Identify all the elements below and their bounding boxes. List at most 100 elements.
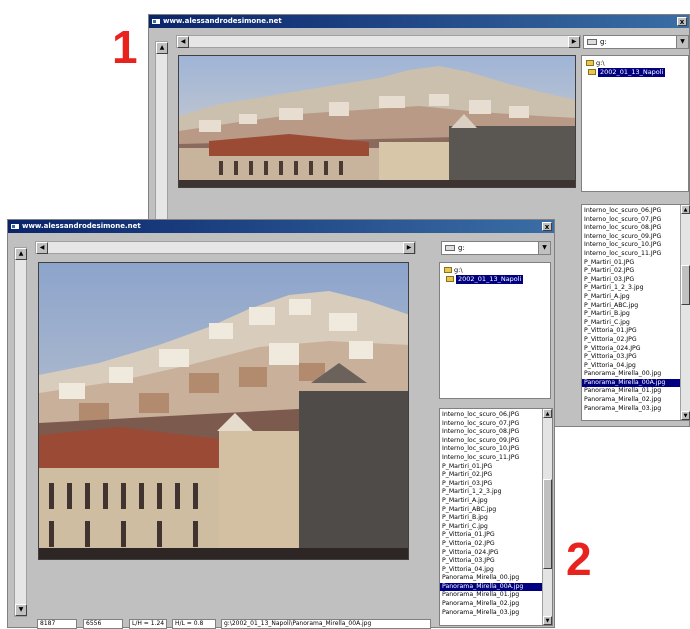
scroll-up-button[interactable]: ▲ [543, 409, 552, 418]
file-list-item[interactable]: Panorama_Mirella_01.jpg [582, 387, 690, 396]
close-button[interactable]: x [542, 222, 552, 231]
file-list-scrollbar[interactable]: ▲ ▼ [680, 205, 690, 420]
file-list-item[interactable]: P_Martiri_C.jpg [582, 319, 690, 328]
file-list-item[interactable]: P_Martiri_02.JPG [440, 471, 552, 480]
title-bar[interactable]: www.alessandrodesimone.net x [8, 220, 554, 233]
file-list-item[interactable]: Interno_loc_scuro_10.JPG [440, 445, 552, 454]
file-list-item[interactable]: P_Martiri_C.jpg [440, 523, 552, 532]
folder-tree[interactable]: g:\ 2002_01_13_Napoli [581, 55, 689, 192]
folder-open-icon [586, 60, 594, 66]
scroll-thumb[interactable] [543, 479, 552, 569]
vertical-scrollbar[interactable]: ▲ ▼ [14, 247, 27, 617]
file-list-item[interactable]: P_Martiri_01.JPG [440, 463, 552, 472]
file-list-item[interactable]: Interno_loc_scuro_06.JPG [582, 207, 690, 216]
file-list-item[interactable]: P_Martiri_02.JPG [582, 267, 690, 276]
file-list-item[interactable]: Panorama_Mirella_00A.jpg [582, 378, 690, 388]
naples-panorama-photo [39, 263, 408, 559]
drive-combo-value: g: [600, 38, 607, 46]
file-list-item[interactable]: Panorama_Mirella_03.jpg [582, 405, 690, 414]
file-list-item[interactable]: Interno_loc_scuro_11.JPG [582, 250, 690, 259]
scroll-right-button[interactable]: ▶ [568, 36, 580, 48]
file-list-item[interactable]: Panorama_Mirella_00A.jpg [440, 582, 552, 592]
file-list-item[interactable]: Panorama_Mirella_02.jpg [440, 600, 552, 609]
file-list-item[interactable]: P_Vittoria_024.JPG [440, 549, 552, 558]
scroll-up-button[interactable]: ▲ [156, 42, 168, 54]
scroll-down-button[interactable]: ▼ [543, 616, 552, 625]
close-button[interactable]: x [677, 17, 687, 26]
file-list-item[interactable]: Interno_loc_scuro_09.JPG [440, 437, 552, 446]
file-list-item[interactable]: P_Martiri_03.JPG [440, 480, 552, 489]
file-list-item[interactable]: P_Martiri_01.JPG [582, 259, 690, 268]
file-list-item[interactable]: P_Martiri_1_2_3.jpg [440, 488, 552, 497]
tree-root[interactable]: g:\ [582, 59, 688, 68]
file-list-item[interactable]: P_Vittoria_04.jpg [582, 362, 690, 371]
drive-combo[interactable]: g: ▼ [441, 241, 551, 255]
file-list-item[interactable]: Panorama_Mirella_01.jpg [440, 591, 552, 600]
file-list-item[interactable]: P_Vittoria_04.jpg [440, 566, 552, 575]
panorama-image [178, 55, 576, 188]
drive-icon [445, 245, 455, 251]
scroll-thumb[interactable] [681, 265, 690, 305]
file-list-item[interactable]: Interno_loc_scuro_11.JPG [440, 454, 552, 463]
file-list-item[interactable]: P_Martiri_B.jpg [582, 310, 690, 319]
file-list-scrollbar[interactable]: ▲ ▼ [542, 409, 552, 625]
file-list-item[interactable]: Interno_loc_scuro_07.JPG [582, 216, 690, 225]
file-list-item[interactable]: P_Martiri_1_2_3.jpg [582, 284, 690, 293]
file-list-item[interactable]: P_Vittoria_024.JPG [582, 345, 690, 354]
file-list-item[interactable]: Interno_loc_scuro_10.JPG [582, 241, 690, 250]
tree-root[interactable]: g:\ [440, 266, 550, 275]
chevron-down-icon[interactable]: ▼ [538, 242, 550, 254]
file-list-item[interactable]: P_Martiri_03.JPG [582, 276, 690, 285]
file-list-item[interactable]: P_Martiri_A.jpg [440, 497, 552, 506]
file-list-item[interactable]: Panorama_Mirella_00.jpg [582, 370, 690, 379]
file-list-items: Interno_loc_scuro_06.JPG Interno_loc_scur… [582, 205, 690, 413]
file-list-item[interactable]: Panorama_Mirella_02.jpg [582, 396, 690, 405]
file-list[interactable]: Interno_loc_scuro_06.JPG Interno_loc_scur… [439, 408, 553, 626]
file-list-item[interactable]: P_Vittoria_03.JPG [440, 557, 552, 566]
horizontal-scrollbar[interactable]: ◀ ▶ [35, 241, 416, 254]
drive-combo[interactable]: g: ▼ [583, 35, 689, 49]
file-list-item[interactable]: Interno_loc_scuro_06.JPG [440, 411, 552, 420]
file-list-item[interactable]: P_Martiri_A.jpg [582, 293, 690, 302]
file-list-item[interactable]: Interno_loc_scuro_09.JPG [582, 233, 690, 242]
file-list-item[interactable]: P_Vittoria_02.JPG [582, 336, 690, 345]
window-title: www.alessandrodesimone.net [163, 17, 282, 25]
file-list-item[interactable]: P_Vittoria_01.JPG [440, 531, 552, 540]
file-list-item[interactable]: P_Vittoria_02.JPG [440, 540, 552, 549]
title-bar[interactable]: www.alessandrodesimone.net x [149, 15, 689, 28]
file-list-item[interactable]: P_Martiri_B.jpg [440, 514, 552, 523]
tree-folder[interactable]: 2002_01_13_Napoli [440, 275, 550, 284]
file-list-item[interactable]: Panorama_Mirella_03.jpg [440, 609, 552, 618]
scroll-up-button[interactable]: ▲ [15, 248, 27, 260]
app-window-2: www.alessandrodesimone.net x ◀ ▶ ▲ ▼ g: … [7, 219, 555, 629]
folder-icon [588, 69, 596, 75]
scroll-left-button[interactable]: ◀ [177, 36, 189, 48]
file-list-item[interactable]: Panorama_Mirella_00.jpg [440, 574, 552, 583]
label-two: 2 [566, 533, 592, 585]
file-list[interactable]: Interno_loc_scuro_06.JPG Interno_loc_scur… [581, 204, 690, 421]
drive-combo-value: g: [458, 244, 465, 252]
folder-tree[interactable]: g:\ 2002_01_13_Napoli [439, 262, 551, 399]
file-list-item[interactable]: P_Vittoria_03.JPG [582, 353, 690, 362]
file-list-item[interactable]: Interno_loc_scuro_08.JPG [440, 428, 552, 437]
scroll-down-button[interactable]: ▼ [681, 411, 690, 420]
file-list-item[interactable]: P_Vittoria_01.JPG [582, 327, 690, 336]
scroll-up-button[interactable]: ▲ [681, 205, 690, 214]
file-list-item[interactable]: P_Martiri_ABC.jpg [440, 506, 552, 515]
tree-root-label: g:\ [454, 266, 463, 274]
folder-icon [446, 276, 454, 282]
window-title: www.alessandrodesimone.net [22, 222, 141, 230]
scroll-right-button[interactable]: ▶ [403, 242, 415, 254]
file-list-item[interactable]: Interno_loc_scuro_07.JPG [440, 420, 552, 429]
label-one: 1 [112, 21, 138, 73]
tree-folder[interactable]: 2002_01_13_Napoli [582, 68, 688, 77]
chevron-down-icon[interactable]: ▼ [676, 36, 688, 48]
tree-folder-label: 2002_01_13_Napoli [598, 68, 666, 77]
scroll-left-button[interactable]: ◀ [36, 242, 48, 254]
file-list-item[interactable]: Interno_loc_scuro_08.JPG [582, 224, 690, 233]
horizontal-scrollbar[interactable]: ◀ ▶ [176, 35, 581, 48]
tree-folder-label: 2002_01_13_Napoli [456, 275, 524, 284]
scroll-down-button[interactable]: ▼ [15, 604, 27, 616]
file-list-item[interactable]: P_Martiri_ABC.jpg [582, 302, 690, 311]
app-icon [11, 224, 19, 229]
